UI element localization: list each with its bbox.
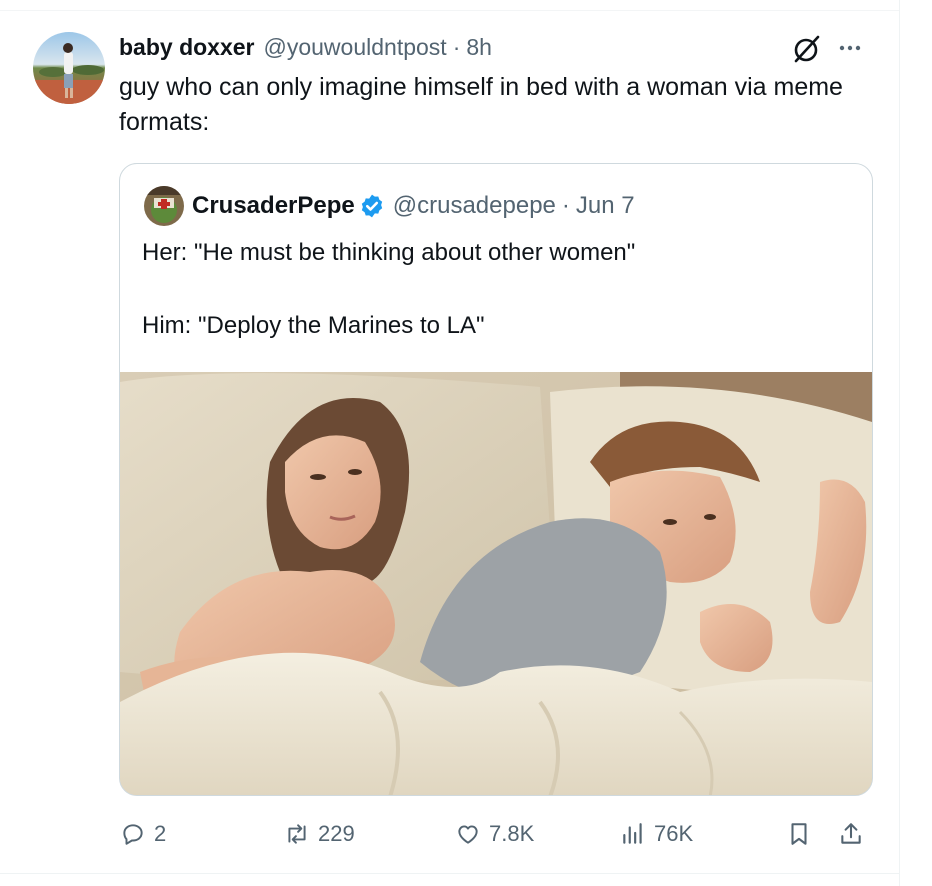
quoted-author-display-name[interactable]: CrusaderPepe [192, 192, 355, 220]
tweet-actions-bar: 2 229 7.8K 76K [0, 810, 900, 858]
quoted-tweet-photo[interactable] [120, 372, 872, 795]
like-button[interactable]: 7.8K [455, 810, 534, 858]
grok-icon[interactable] [792, 34, 822, 64]
quoted-tweet-line: Him: "Deploy the Marines to LA" [142, 312, 485, 339]
reply-icon [123, 824, 143, 845]
author-avatar[interactable] [33, 32, 105, 104]
separator-dot: · [561, 192, 570, 219]
views-count: 76K [654, 821, 694, 846]
repost-count: 229 [318, 821, 355, 846]
tweet-header: baby doxxer @youwouldntpost · 8h [119, 30, 492, 64]
repost-icon [288, 824, 306, 844]
bookmark-button[interactable] [786, 810, 812, 858]
quoted-tweet-card[interactable]: CrusaderPepe @crusadepepe · Jun 7 Her: "… [119, 163, 873, 796]
repost-button[interactable]: 229 [284, 810, 355, 858]
verified-badge-icon [359, 193, 385, 219]
share-icon [841, 823, 861, 844]
quoted-author-avatar[interactable] [144, 186, 184, 226]
divider [0, 873, 900, 874]
tweet-text: guy who can only imagine himself in bed … [119, 73, 843, 136]
share-button[interactable] [838, 810, 864, 858]
tweet-container: baby doxxer @youwouldntpost · 8h guy who… [0, 0, 932, 886]
more-icon[interactable] [838, 36, 862, 60]
reply-button[interactable]: 2 [120, 810, 166, 858]
views-chart-icon [623, 823, 642, 844]
quoted-author-handle[interactable]: @crusadepepe [393, 192, 556, 220]
separator-dot: · [452, 33, 461, 60]
divider [899, 0, 900, 886]
author-display-name[interactable]: baby doxxer [119, 34, 255, 61]
reply-count: 2 [154, 821, 167, 846]
quoted-tweet-date[interactable]: Jun 7 [576, 192, 635, 220]
like-count: 7.8K [489, 821, 535, 846]
author-handle[interactable]: @youwouldntpost [264, 34, 447, 61]
quoted-tweet-header: CrusaderPepe @crusadepepe · Jun 7 [192, 189, 635, 223]
divider [0, 10, 900, 11]
views-button[interactable]: 76K [620, 810, 693, 858]
quoted-tweet-line: Her: "He must be thinking about other wo… [142, 239, 636, 266]
bookmark-icon [791, 823, 807, 845]
tweet-timestamp[interactable]: 8h [466, 34, 492, 61]
heart-icon [458, 825, 478, 844]
